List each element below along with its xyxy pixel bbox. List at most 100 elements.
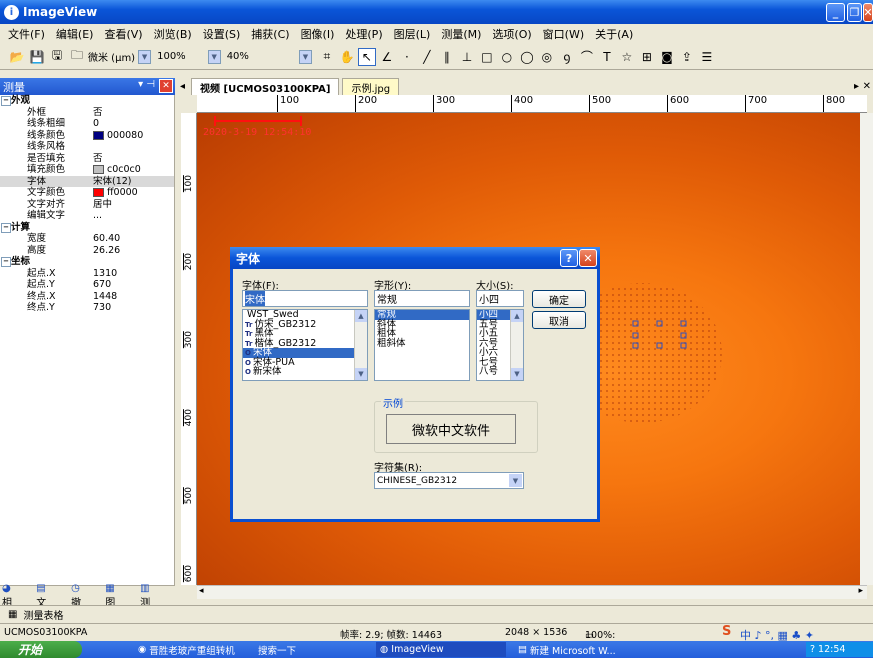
- cancel-button[interactable]: 取消: [532, 311, 586, 329]
- chevron-down-icon[interactable]: ▼: [509, 474, 522, 487]
- size-input[interactable]: 小四: [476, 290, 524, 307]
- property-row[interactable]: 高度 26.26: [0, 245, 174, 257]
- menu-item[interactable]: 处理(P): [345, 26, 382, 42]
- menu-item[interactable]: 图像(I): [301, 26, 335, 42]
- calibration-icon[interactable]: ⊞: [638, 48, 656, 66]
- property-category[interactable]: 外观: [0, 95, 174, 107]
- property-row[interactable]: 编辑文字...: [0, 210, 174, 222]
- menu-item[interactable]: 编辑(E): [56, 26, 94, 42]
- property-row[interactable]: 线条颜色 000080: [0, 130, 174, 142]
- point-tool-icon[interactable]: ·: [398, 48, 416, 66]
- scroll-down-icon[interactable]: ▼: [355, 368, 367, 380]
- menu-item[interactable]: 关于(A): [595, 26, 633, 42]
- tab-scroll-right-icon[interactable]: ▸: [854, 81, 859, 92]
- rectangle-tool-icon[interactable]: □: [478, 48, 496, 66]
- property-value[interactable]: 730: [93, 302, 174, 314]
- tab-video[interactable]: 视频 [UCMOS03100KPA]: [191, 78, 340, 95]
- pointer-tool-icon[interactable]: ↖: [357, 47, 376, 66]
- fit-window-icon[interactable]: ⌗: [318, 48, 336, 66]
- zoom-select-1[interactable]: 100% ▼: [157, 48, 221, 66]
- property-category[interactable]: 坐标: [0, 256, 174, 268]
- size-list-scrollbar[interactable]: ▲ ▼: [510, 310, 523, 380]
- save-as-icon[interactable]: 🖫: [48, 48, 66, 66]
- ellipse-tool-icon[interactable]: ○: [498, 48, 516, 66]
- chevron-down-icon[interactable]: ▼: [207, 49, 221, 64]
- menu-item[interactable]: 测量(M): [441, 26, 481, 42]
- property-row[interactable]: 起点.Y 670: [0, 279, 174, 291]
- property-row[interactable]: 是否填充 否: [0, 153, 174, 165]
- menu-item[interactable]: 选项(O): [492, 26, 531, 42]
- curve-tool-icon[interactable]: ꝯ: [558, 48, 576, 66]
- help-icon[interactable]: ?: [810, 644, 815, 655]
- property-value[interactable]: 居中: [93, 199, 174, 211]
- chevron-down-icon[interactable]: ▼: [138, 49, 152, 64]
- measure-table-tab[interactable]: ▦ 测量表格: [0, 605, 873, 623]
- ime-icon[interactable]: S: [722, 624, 731, 639]
- size-list[interactable]: 小四 五号 小五 六号 小六 七号 八号 ▲ ▼: [476, 309, 524, 381]
- property-row[interactable]: 文字对齐 居中: [0, 199, 174, 211]
- menu-item[interactable]: 文件(F): [8, 26, 45, 42]
- property-row[interactable]: 线条风格: [0, 141, 174, 153]
- dialog-close-button[interactable]: ✕: [579, 249, 597, 267]
- close-button[interactable]: ✕: [863, 3, 873, 22]
- property-value[interactable]: 0: [93, 118, 174, 130]
- circle-tool-icon[interactable]: ◯: [518, 48, 536, 66]
- property-value[interactable]: 1310: [93, 268, 174, 280]
- task-search[interactable]: 搜索一下: [254, 642, 374, 657]
- maximize-button[interactable]: ❐: [847, 3, 862, 22]
- property-value[interactable]: ...: [93, 210, 174, 222]
- property-row[interactable]: 宽度 60.40: [0, 233, 174, 245]
- property-row[interactable]: 填充颜色 c0c0c0: [0, 164, 174, 176]
- property-row[interactable]: 字体 宋体(12): [0, 175, 174, 188]
- property-value[interactable]: 670: [93, 279, 174, 291]
- style-list[interactable]: 常规 斜体 粗体 粗斜体: [374, 309, 470, 381]
- open-folder-icon[interactable]: 📂: [8, 48, 26, 66]
- text-tool-icon[interactable]: T: [598, 48, 616, 66]
- angle-tool-icon[interactable]: ∠: [378, 48, 396, 66]
- tab-close-icon[interactable]: ✕: [863, 81, 871, 92]
- task-imageview[interactable]: ◍ ImageView: [376, 642, 506, 657]
- charset-select[interactable]: CHINESE_GB2312 ▼: [374, 472, 524, 489]
- menu-item[interactable]: 浏览(B): [154, 26, 192, 42]
- arc-tool-icon[interactable]: ⌒: [578, 48, 596, 66]
- property-row[interactable]: 起点.X 1310: [0, 268, 174, 280]
- pin-icon[interactable]: ▾ ⊣: [138, 79, 155, 90]
- task-word[interactable]: ▤ 新建 Microsoft W...: [514, 642, 644, 657]
- property-row[interactable]: 线条粗细 0: [0, 118, 174, 130]
- property-value[interactable]: 26.26: [93, 245, 174, 257]
- property-row[interactable]: 终点.X 1448: [0, 291, 174, 303]
- property-value[interactable]: 否: [93, 153, 174, 165]
- menu-item[interactable]: 窗口(W): [543, 26, 584, 42]
- list-item[interactable]: O 新宋体: [243, 367, 367, 377]
- star-icon[interactable]: ☆: [618, 48, 636, 66]
- property-value[interactable]: [93, 141, 174, 153]
- save-icon[interactable]: 💾: [28, 48, 46, 66]
- perpendicular-tool-icon[interactable]: ⊥: [458, 48, 476, 66]
- property-value[interactable]: 000080: [93, 130, 174, 142]
- minimize-button[interactable]: _: [826, 3, 845, 22]
- task-browser[interactable]: ◉ 晋胜老玻产重组转机: [134, 642, 252, 657]
- style-input[interactable]: 常规: [374, 290, 470, 307]
- property-value[interactable]: 60.40: [93, 233, 174, 245]
- zoom-select-2[interactable]: 40% ▼: [227, 48, 312, 66]
- menu-item[interactable]: 捕获(C): [251, 26, 289, 42]
- hand-tool-icon[interactable]: ✋: [338, 48, 356, 66]
- vertical-scrollbar[interactable]: [860, 113, 873, 585]
- line-tool-icon[interactable]: ╱: [418, 48, 436, 66]
- folder-icon[interactable]: 🗀: [68, 48, 86, 66]
- help-button[interactable]: ?: [560, 249, 578, 267]
- property-value[interactable]: c0c0c0: [93, 164, 174, 176]
- font-list-scrollbar[interactable]: ▲ ▼: [354, 310, 367, 380]
- menu-item[interactable]: 查看(V): [104, 26, 142, 42]
- tab-sample[interactable]: 示例.jpg: [342, 78, 400, 95]
- property-category[interactable]: 计算: [0, 222, 174, 234]
- property-value[interactable]: 1448: [93, 291, 174, 303]
- ok-button[interactable]: 确定: [532, 290, 586, 308]
- tab-scroll-left-icon[interactable]: ◂: [180, 81, 185, 92]
- horizontal-scrollbar[interactable]: ◂ ▸: [197, 585, 867, 599]
- property-row[interactable]: 文字颜色 ff0000: [0, 187, 174, 199]
- list-icon[interactable]: ☰: [698, 48, 716, 66]
- concentric-tool-icon[interactable]: ◎: [538, 48, 556, 66]
- property-value[interactable]: 宋体(12): [93, 176, 174, 188]
- start-button[interactable]: 开始: [0, 641, 82, 658]
